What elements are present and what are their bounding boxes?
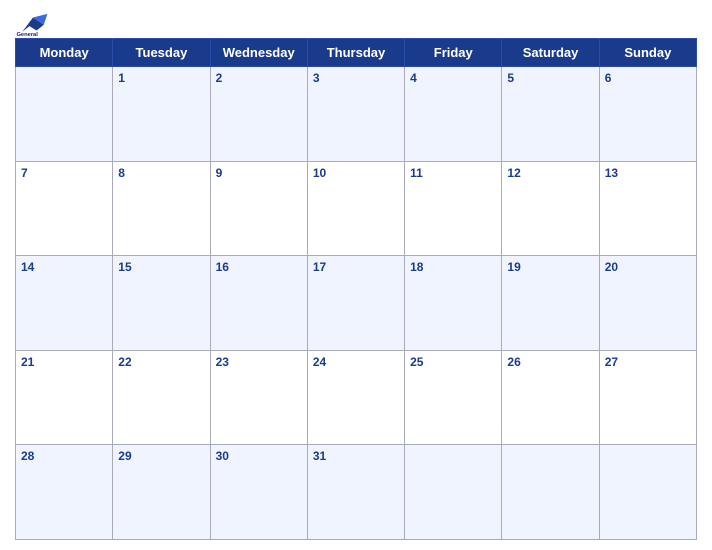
calendar-day-13: 13 [599,161,696,256]
weekday-friday: Friday [405,39,502,67]
calendar-week-1: 123456 [16,67,697,162]
calendar-day-4: 4 [405,67,502,162]
calendar-week-4: 21222324252627 [16,350,697,445]
weekday-saturday: Saturday [502,39,599,67]
calendar-day-23: 23 [210,350,307,445]
calendar-day-2: 2 [210,67,307,162]
calendar-day-18: 18 [405,256,502,351]
calendar-day-31: 31 [307,445,404,540]
calendar-day-14: 14 [16,256,113,351]
weekday-wednesday: Wednesday [210,39,307,67]
calendar-day-12: 12 [502,161,599,256]
weekday-sunday: Sunday [599,39,696,67]
calendar-day-empty [502,445,599,540]
calendar-day-16: 16 [210,256,307,351]
calendar-day-29: 29 [113,445,210,540]
calendar-day-empty [405,445,502,540]
calendar-day-10: 10 [307,161,404,256]
calendar-day-8: 8 [113,161,210,256]
calendar-header: General [15,10,697,34]
calendar-day-24: 24 [307,350,404,445]
calendar-week-3: 14151617181920 [16,256,697,351]
calendar-day-6: 6 [599,67,696,162]
calendar-day-19: 19 [502,256,599,351]
calendar-day-empty [16,67,113,162]
calendar-day-1: 1 [113,67,210,162]
calendar-day-3: 3 [307,67,404,162]
calendar-day-20: 20 [599,256,696,351]
calendar-day-11: 11 [405,161,502,256]
calendar-day-30: 30 [210,445,307,540]
calendar-day-empty [599,445,696,540]
calendar-day-22: 22 [113,350,210,445]
weekday-tuesday: Tuesday [113,39,210,67]
calendar-table: MondayTuesdayWednesdayThursdayFridaySatu… [15,38,697,540]
calendar-day-15: 15 [113,256,210,351]
calendar-day-5: 5 [502,67,599,162]
calendar-day-9: 9 [210,161,307,256]
calendar-day-25: 25 [405,350,502,445]
calendar-day-7: 7 [16,161,113,256]
calendar-day-21: 21 [16,350,113,445]
weekday-monday: Monday [16,39,113,67]
weekday-thursday: Thursday [307,39,404,67]
calendar-week-2: 78910111213 [16,161,697,256]
calendar-week-5: 28293031 [16,445,697,540]
calendar-day-27: 27 [599,350,696,445]
calendar-day-28: 28 [16,445,113,540]
calendar-day-17: 17 [307,256,404,351]
calendar-day-26: 26 [502,350,599,445]
weekday-header-row: MondayTuesdayWednesdayThursdayFridaySatu… [16,39,697,67]
logo: General [15,10,51,34]
